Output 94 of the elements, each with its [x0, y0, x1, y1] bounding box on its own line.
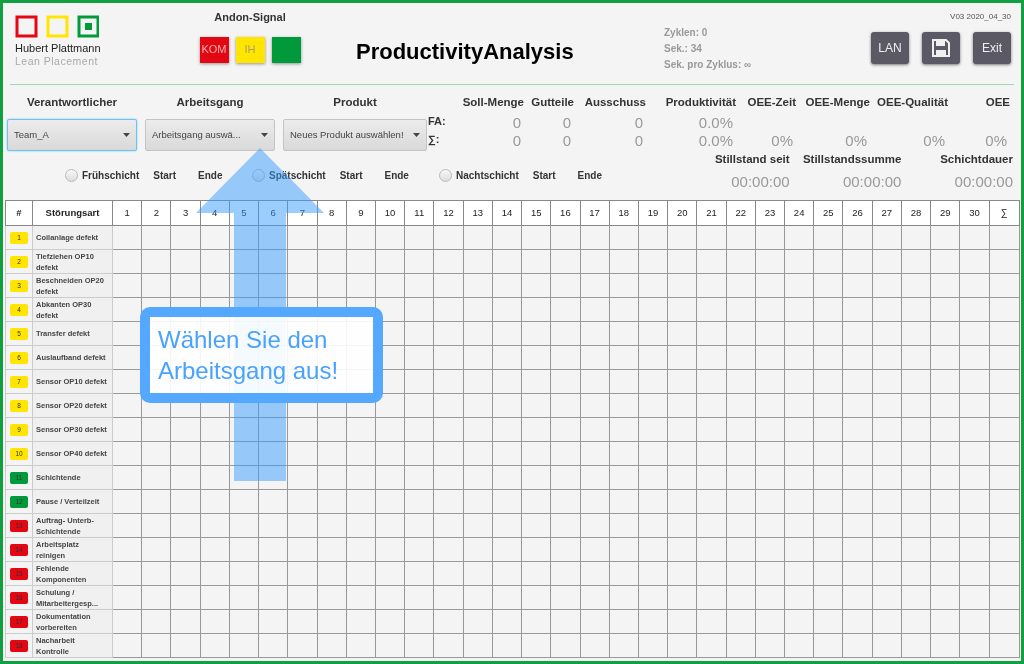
- column-header: 11: [404, 200, 434, 226]
- logo-icon: [15, 15, 99, 39]
- shift-radio[interactable]: Nachtschicht: [439, 168, 519, 183]
- metric-header: Produktivität: [664, 95, 736, 110]
- metric-value: 0: [633, 113, 644, 130]
- column-header: 4: [200, 200, 230, 226]
- field-label: Verantwortlicher: [26, 95, 118, 110]
- column-header: 2: [141, 200, 171, 226]
- metric-header: OEE-Qualität: [876, 95, 948, 110]
- app-title: ProductivityAnalysis: [356, 38, 575, 66]
- column-header: 18: [609, 200, 639, 226]
- metric-value: 0.0%: [697, 113, 734, 130]
- shift-radio[interactable]: Spätschicht: [252, 168, 326, 183]
- column-header: 29: [930, 200, 960, 226]
- column-header: ∑: [989, 200, 1020, 226]
- start-label: Start: [532, 169, 556, 183]
- andon-title: Andon-Signal: [214, 10, 286, 25]
- column-header: 22: [726, 200, 756, 226]
- timer-label: Stillstandssumme: [801, 152, 902, 167]
- column-header: 16: [550, 200, 580, 226]
- metric-value: 0: [511, 113, 522, 130]
- metric-value: 0: [561, 113, 572, 130]
- column-header: 28: [901, 200, 931, 226]
- metric-header: OEE-Zeit: [746, 95, 796, 110]
- column-header: 5: [229, 200, 259, 226]
- start-label: Start: [339, 169, 363, 183]
- column-header: 21: [696, 200, 727, 226]
- timer-value: 00:00:00: [953, 172, 1013, 193]
- column-header: 20: [667, 200, 697, 226]
- column-header: 8: [317, 200, 347, 226]
- column-header: 6: [258, 200, 288, 226]
- save-icon: [932, 39, 950, 57]
- dropdown[interactable]: Team_A: [7, 119, 137, 151]
- end-label: Ende: [577, 169, 603, 183]
- column-header: 27: [872, 200, 902, 226]
- dropdown[interactable]: Neues Produkt auswählen!: [283, 119, 427, 151]
- metric-header: Ausschuss: [583, 95, 646, 110]
- stat-text: Zyklen: 0: [664, 26, 709, 40]
- timer-label: Stillstand seit: [713, 152, 790, 167]
- timer-label: Schichtdauer: [939, 152, 1013, 167]
- stat-text: Sek.: 34: [664, 42, 703, 56]
- dropdown[interactable]: Arbeitsgang auswä...: [145, 119, 275, 151]
- metric-header: OEE-Menge: [804, 95, 870, 110]
- column-header: 17: [580, 200, 610, 226]
- company-name: Hubert Plattmann: [15, 42, 101, 55]
- dropdown-caret-icon: [123, 133, 130, 137]
- save-button[interactable]: [922, 32, 960, 64]
- column-header: 1: [112, 200, 142, 226]
- metric-value: 0: [633, 131, 644, 148]
- exit-button[interactable]: Exit: [973, 32, 1011, 64]
- company-tagline: Lean Placement: [15, 55, 98, 67]
- shift-radio[interactable]: Frühschicht: [65, 168, 140, 183]
- column-header: 30: [959, 200, 990, 226]
- column-header: 13: [463, 200, 493, 226]
- column-header: 24: [784, 200, 814, 226]
- metric-value: 0: [511, 131, 522, 148]
- version-label: V03 2020_04_30: [950, 11, 1011, 23]
- field-label: Produkt: [333, 95, 377, 110]
- column-header: 14: [492, 200, 522, 226]
- column-header: 3: [170, 200, 201, 226]
- column-header: 26: [842, 200, 873, 226]
- hint-callout: Wählen Sie den Arbeitsgang aus!: [140, 307, 383, 403]
- metric-value: 0%: [984, 131, 1008, 148]
- metric-value: 0: [561, 131, 572, 148]
- metric-value: 0%: [844, 131, 868, 148]
- end-label: Ende: [198, 169, 223, 183]
- metric-value: 0%: [770, 131, 794, 148]
- column-header: 25: [813, 200, 843, 226]
- column-header: Störungsart: [32, 200, 113, 226]
- lan-button[interactable]: LAN: [871, 32, 909, 64]
- andon-light[interactable]: [271, 36, 301, 63]
- column-header: 12: [433, 200, 464, 226]
- dropdown-caret-icon: [413, 133, 420, 137]
- column-header: 9: [346, 200, 376, 226]
- row-label: ∑:: [428, 131, 441, 148]
- metric-header: Soll-Menge: [461, 95, 524, 110]
- metric-value: 0.0%: [697, 131, 734, 148]
- row-label: FA:: [428, 113, 444, 129]
- column-header: 7: [287, 200, 318, 226]
- column-header: #: [5, 200, 33, 226]
- field-label: Arbeitsgang: [176, 95, 244, 110]
- column-header: 10: [375, 200, 405, 226]
- dropdown-caret-icon: [261, 133, 268, 137]
- metric-header: Gutteile: [530, 95, 574, 110]
- start-label: Start: [153, 169, 177, 183]
- timer-value: 00:00:00: [841, 172, 902, 193]
- column-header: 19: [638, 200, 668, 226]
- end-label: Ende: [384, 169, 409, 183]
- column-header: 23: [755, 200, 785, 226]
- stat-text: Sek. pro Zyklus: ∞: [664, 58, 753, 72]
- column-header: 15: [521, 200, 551, 226]
- metric-value: 0%: [922, 131, 946, 148]
- timer-value: 00:00:00: [730, 172, 790, 193]
- metric-header: OEE: [984, 95, 1010, 110]
